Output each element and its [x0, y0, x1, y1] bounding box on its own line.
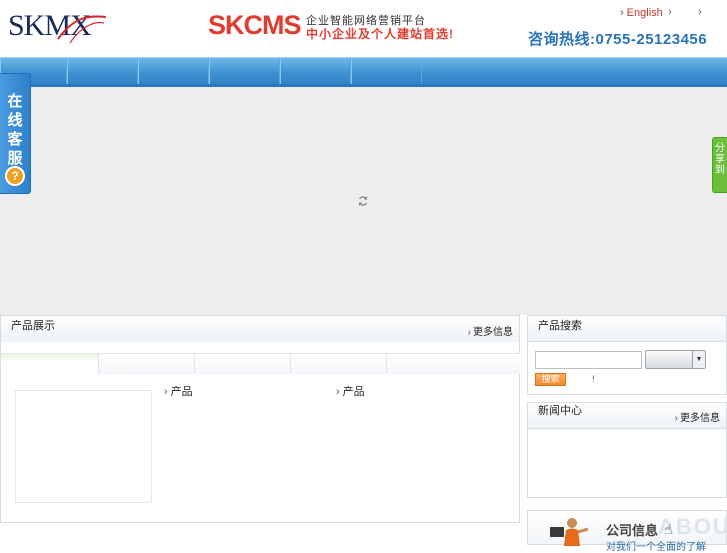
chevron-right-icon[interactable]: ›	[698, 6, 702, 18]
share-label: 分享到	[715, 143, 725, 176]
hotline: 咨询热线:0755-25123456	[528, 31, 708, 48]
product-tab[interactable]	[387, 354, 520, 374]
person-pointing-icon	[550, 518, 588, 546]
news-more-link[interactable]: › 更多信息	[675, 409, 720, 424]
chevron-right-icon: ›	[164, 386, 168, 398]
logo-swoosh-icon	[57, 15, 107, 44]
search-category-select[interactable]: ▼	[645, 350, 706, 369]
chevron-right-icon: ›	[674, 413, 678, 424]
site-logo[interactable]: SKMX	[8, 9, 108, 45]
search-input[interactable]	[535, 351, 642, 369]
product-panel-body: › 产品 › 产品	[0, 342, 520, 523]
banner-area	[0, 87, 727, 315]
chevron-down-icon: ▼	[692, 351, 705, 368]
search-note: !	[592, 374, 595, 384]
online-service-label: 在线客服	[7, 93, 23, 167]
loading-icon	[358, 196, 368, 206]
company-info-banner[interactable]: ABOUT 公司信息 对我们一个全面的了解 ☝	[527, 510, 727, 553]
product-more-link[interactable]: › 更多信息	[468, 323, 513, 338]
news-panel: 新闻中心 › 更多信息	[527, 402, 727, 498]
company-info-title: 公司信息	[606, 523, 659, 538]
chevron-right-icon: ›	[620, 7, 624, 19]
news-panel-title: 新闻中心	[538, 405, 582, 417]
product-tabs	[1, 353, 520, 374]
help-icon: ?	[5, 166, 25, 186]
chevron-right-icon: ›	[467, 327, 471, 338]
chevron-right-icon[interactable]: ›	[668, 6, 672, 18]
product-link-label: 产品	[170, 386, 193, 398]
online-service-tab[interactable]: 在线客服 ?	[0, 73, 31, 194]
product-panel-title: 产品展示	[11, 320, 55, 332]
search-panel-title: 产品搜索	[538, 320, 582, 332]
more-label: 更多信息	[680, 413, 720, 424]
product-thumbnail[interactable]	[15, 390, 152, 503]
product-link[interactable]: › 产品	[164, 383, 193, 399]
product-tab[interactable]	[1, 354, 99, 374]
language-link[interactable]: › English	[620, 7, 663, 19]
site-header: SKMX SKCMS 企业智能网络营销平台 中小企业及个人建站首选! 咨询热线:…	[0, 0, 727, 57]
banner-brand: SKCMS	[208, 10, 302, 40]
share-tab[interactable]: 分享到	[712, 137, 727, 193]
company-info-subtitle: 对我们一个全面的了解	[606, 542, 706, 553]
product-tab[interactable]	[291, 354, 387, 374]
product-tab[interactable]	[195, 354, 291, 374]
main-nav	[0, 57, 727, 88]
search-panel: 产品搜索 ▼ 搜索 !	[527, 315, 727, 395]
panel-head-bg	[1, 316, 519, 342]
search-button[interactable]: 搜索	[535, 373, 566, 386]
chevron-right-icon: ›	[336, 386, 340, 398]
product-link[interactable]: › 产品	[336, 383, 365, 399]
language-label: English	[626, 7, 663, 19]
product-link-label: 产品	[342, 386, 365, 398]
banner-tagline-2: 中小企业及个人建站首选!	[306, 27, 454, 41]
hand-pointer-icon: ☝	[664, 521, 673, 537]
more-label: 更多信息	[473, 327, 513, 338]
product-tab[interactable]	[99, 354, 195, 374]
product-panel-header: 产品展示 › 更多信息	[0, 315, 520, 342]
